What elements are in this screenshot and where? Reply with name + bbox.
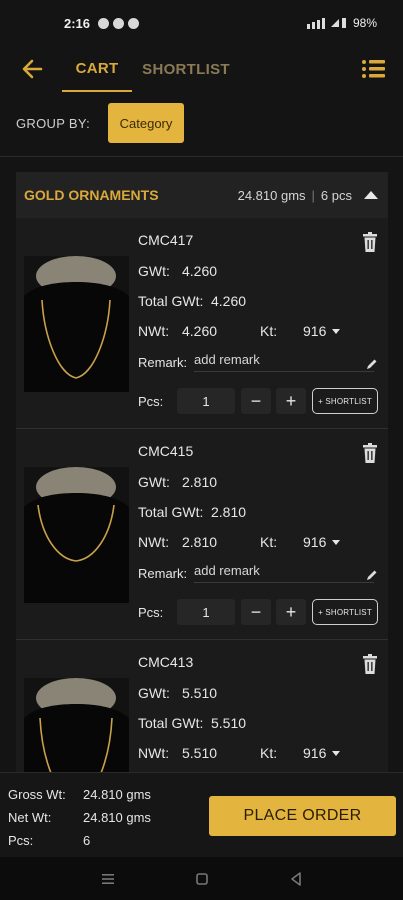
product-image — [24, 467, 129, 603]
home-icon[interactable] — [194, 871, 210, 887]
nwt-value: 4.260 — [182, 323, 218, 339]
gwt-label: GWt: — [138, 474, 170, 490]
group-title: GOLD ORNAMENTS — [24, 187, 159, 203]
kt-value: 916 — [303, 323, 327, 339]
group-by-row: GROUP BY: Category — [0, 102, 403, 144]
gwt-value: 2.810 — [182, 474, 218, 490]
group-count: 6 pcs — [320, 187, 352, 203]
cart-group-panel: GOLD ORNAMENTS 24.810 gms | 6 pcs CMC417… — [16, 172, 388, 782]
pcs-label: Pcs: — [138, 394, 164, 409]
gross-wt-label: Gross Wt: — [8, 787, 66, 802]
total-gwt-label: Total GWt: — [138, 293, 204, 309]
group-by-category-chip[interactable]: Category — [108, 103, 184, 143]
separator: | — [311, 187, 315, 203]
total-gwt-label: Total GWt: — [138, 715, 204, 731]
chevron-down-icon — [332, 539, 341, 545]
trash-icon[interactable] — [362, 232, 378, 252]
kt-dropdown[interactable]: 916 — [303, 323, 341, 339]
total-gwt-label: Total GWt: — [138, 504, 204, 520]
battery-percent: 98% — [352, 16, 377, 30]
notification-icon — [98, 17, 110, 29]
status-time: 2:16 — [64, 15, 91, 31]
nwt-value: 2.810 — [182, 534, 218, 550]
list-menu-icon[interactable] — [361, 58, 385, 80]
cart-item: CMC413 GWt: 5.510 Total GWt: 5.510 NWt: … — [16, 640, 388, 782]
total-gwt-value: 2.810 — [211, 504, 247, 520]
pcs-input[interactable]: 1 — [177, 388, 235, 414]
collapse-caret-icon[interactable] — [364, 191, 378, 199]
signal-icon — [306, 18, 346, 29]
nwt-label: NWt: — [138, 534, 170, 550]
kt-value: 916 — [303, 745, 327, 761]
item-code: CMC413 — [138, 654, 194, 670]
system-nav-bar — [0, 857, 403, 900]
group-weight: 24.810 gms — [237, 187, 306, 203]
order-footer: Gross Wt: 24.810 gms Net Wt: 24.810 gms … — [0, 772, 403, 857]
status-bar: 2:16 98% — [0, 0, 403, 46]
increment-button[interactable]: + — [276, 388, 306, 414]
divider — [0, 156, 403, 157]
decrement-button[interactable]: − — [241, 599, 271, 625]
group-summary: 24.810 gms | 6 pcs — [238, 188, 378, 203]
notification-icons — [98, 17, 140, 29]
kt-label: Kt: — [260, 323, 278, 339]
tab-shortlist[interactable]: SHORTLIST — [140, 46, 232, 92]
gwt-value: 4.260 — [182, 263, 218, 279]
decrement-button[interactable]: − — [241, 388, 271, 414]
notification-icon — [113, 17, 125, 29]
pcs-label: Pcs: — [138, 605, 164, 620]
trash-icon[interactable] — [362, 654, 378, 674]
remark-label: Remark: — [138, 566, 188, 581]
app-header: CART SHORTLIST — [0, 46, 403, 92]
tab-cart[interactable]: CART — [62, 46, 132, 92]
group-header[interactable]: GOLD ORNAMENTS 24.810 gms | 6 pcs — [16, 172, 388, 218]
pcs-input[interactable]: 1 — [177, 599, 235, 625]
pencil-icon[interactable] — [366, 569, 378, 581]
recents-icon[interactable] — [100, 871, 116, 887]
net-wt-label: Net Wt: — [8, 810, 52, 825]
chevron-down-icon — [332, 750, 341, 756]
cart-item: CMC417 GWt: 4.260 Total GWt: 4.260 NWt: … — [16, 218, 388, 429]
item-code: CMC415 — [138, 443, 194, 459]
notification-icon — [128, 17, 140, 29]
add-to-shortlist-button[interactable]: + SHORTLIST — [312, 388, 378, 414]
nwt-label: NWt: — [138, 745, 170, 761]
group-by-label: GROUP BY: — [16, 115, 90, 131]
back-icon[interactable] — [288, 871, 304, 887]
trash-icon[interactable] — [362, 443, 378, 463]
remark-label: Remark: — [138, 355, 188, 370]
pcs-total-value: 6 — [83, 833, 91, 848]
kt-dropdown[interactable]: 916 — [303, 534, 341, 550]
back-arrow-icon[interactable] — [20, 56, 46, 82]
chevron-down-icon — [332, 328, 341, 334]
place-order-button[interactable]: PLACE ORDER — [209, 796, 396, 836]
add-to-shortlist-button[interactable]: + SHORTLIST — [312, 599, 378, 625]
kt-label: Kt: — [260, 534, 278, 550]
pcs-total-label: Pcs: — [8, 833, 34, 848]
nwt-label: NWt: — [138, 323, 170, 339]
cart-item: CMC415 GWt: 2.810 Total GWt: 2.810 NWt: … — [16, 429, 388, 640]
remark-input[interactable]: add remark — [194, 563, 374, 583]
remark-input[interactable]: add remark — [194, 352, 374, 372]
gwt-value: 5.510 — [182, 685, 218, 701]
kt-label: Kt: — [260, 745, 278, 761]
total-gwt-value: 5.510 — [211, 715, 247, 731]
pencil-icon[interactable] — [366, 358, 378, 370]
product-image — [24, 256, 129, 392]
gross-wt-value: 24.810 gms — [83, 787, 151, 802]
nwt-value: 5.510 — [182, 745, 218, 761]
total-gwt-value: 4.260 — [211, 293, 247, 309]
kt-value: 916 — [303, 534, 327, 550]
gwt-label: GWt: — [138, 685, 170, 701]
item-code: CMC417 — [138, 232, 194, 248]
net-wt-value: 24.810 gms — [83, 810, 151, 825]
gwt-label: GWt: — [138, 263, 170, 279]
status-right: 98% — [306, 16, 377, 30]
product-image — [24, 678, 129, 782]
kt-dropdown[interactable]: 916 — [303, 745, 341, 761]
increment-button[interactable]: + — [276, 599, 306, 625]
